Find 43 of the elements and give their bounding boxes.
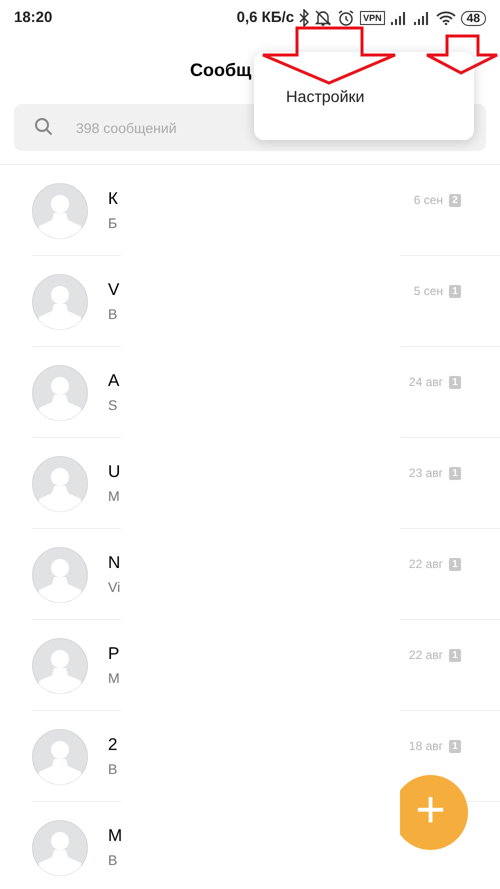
screen-title: Сообщ bbox=[190, 58, 252, 82]
message-date: 22 авг bbox=[408, 647, 443, 664]
muted-bell-icon bbox=[314, 9, 332, 27]
contact-name: N bbox=[108, 553, 120, 573]
contact-name: M bbox=[108, 826, 122, 846]
vpn-badge: VPN bbox=[360, 11, 385, 25]
message-preview: B bbox=[108, 852, 118, 869]
avatar-icon bbox=[32, 728, 88, 784]
avatar-icon bbox=[32, 364, 88, 420]
message-preview: S bbox=[108, 397, 118, 414]
message-date: 24 авг bbox=[408, 374, 443, 391]
status-time: 18:20 bbox=[14, 8, 52, 28]
avatar-icon bbox=[32, 274, 88, 330]
message-date: 6 сен bbox=[414, 192, 443, 209]
avatar-icon bbox=[32, 182, 88, 238]
message-preview: M bbox=[108, 488, 120, 505]
contact-name: К bbox=[108, 189, 118, 209]
wifi-icon bbox=[436, 11, 456, 25]
contact-name: V bbox=[108, 280, 120, 300]
contact-name: A bbox=[108, 371, 120, 391]
contact-name: U bbox=[108, 462, 120, 482]
network-speed: 0,6 КБ/с bbox=[236, 8, 294, 28]
avatar-icon bbox=[32, 546, 88, 602]
message-preview: B bbox=[108, 761, 118, 778]
message-preview: Vi bbox=[108, 579, 120, 596]
message-preview: Б bbox=[108, 215, 118, 232]
message-date: 22 авг bbox=[408, 556, 443, 573]
avatar-icon bbox=[32, 638, 88, 694]
contact-name: P bbox=[108, 644, 120, 664]
message-date: 5 сен bbox=[414, 283, 443, 300]
signal-icon bbox=[412, 11, 431, 25]
signal-icon bbox=[390, 11, 408, 25]
alarm-icon bbox=[337, 9, 356, 27]
message-date: 23 авг bbox=[408, 465, 443, 482]
contact-name: 2 bbox=[108, 735, 118, 755]
battery-indicator: 48 bbox=[460, 10, 486, 26]
message-date: 18 авг bbox=[408, 738, 443, 755]
bluetooth-icon bbox=[299, 9, 310, 27]
avatar-icon bbox=[32, 820, 88, 876]
message-preview: M bbox=[108, 670, 120, 687]
message-preview: В bbox=[108, 306, 118, 323]
avatar-icon bbox=[32, 456, 88, 512]
search-icon bbox=[34, 117, 54, 137]
